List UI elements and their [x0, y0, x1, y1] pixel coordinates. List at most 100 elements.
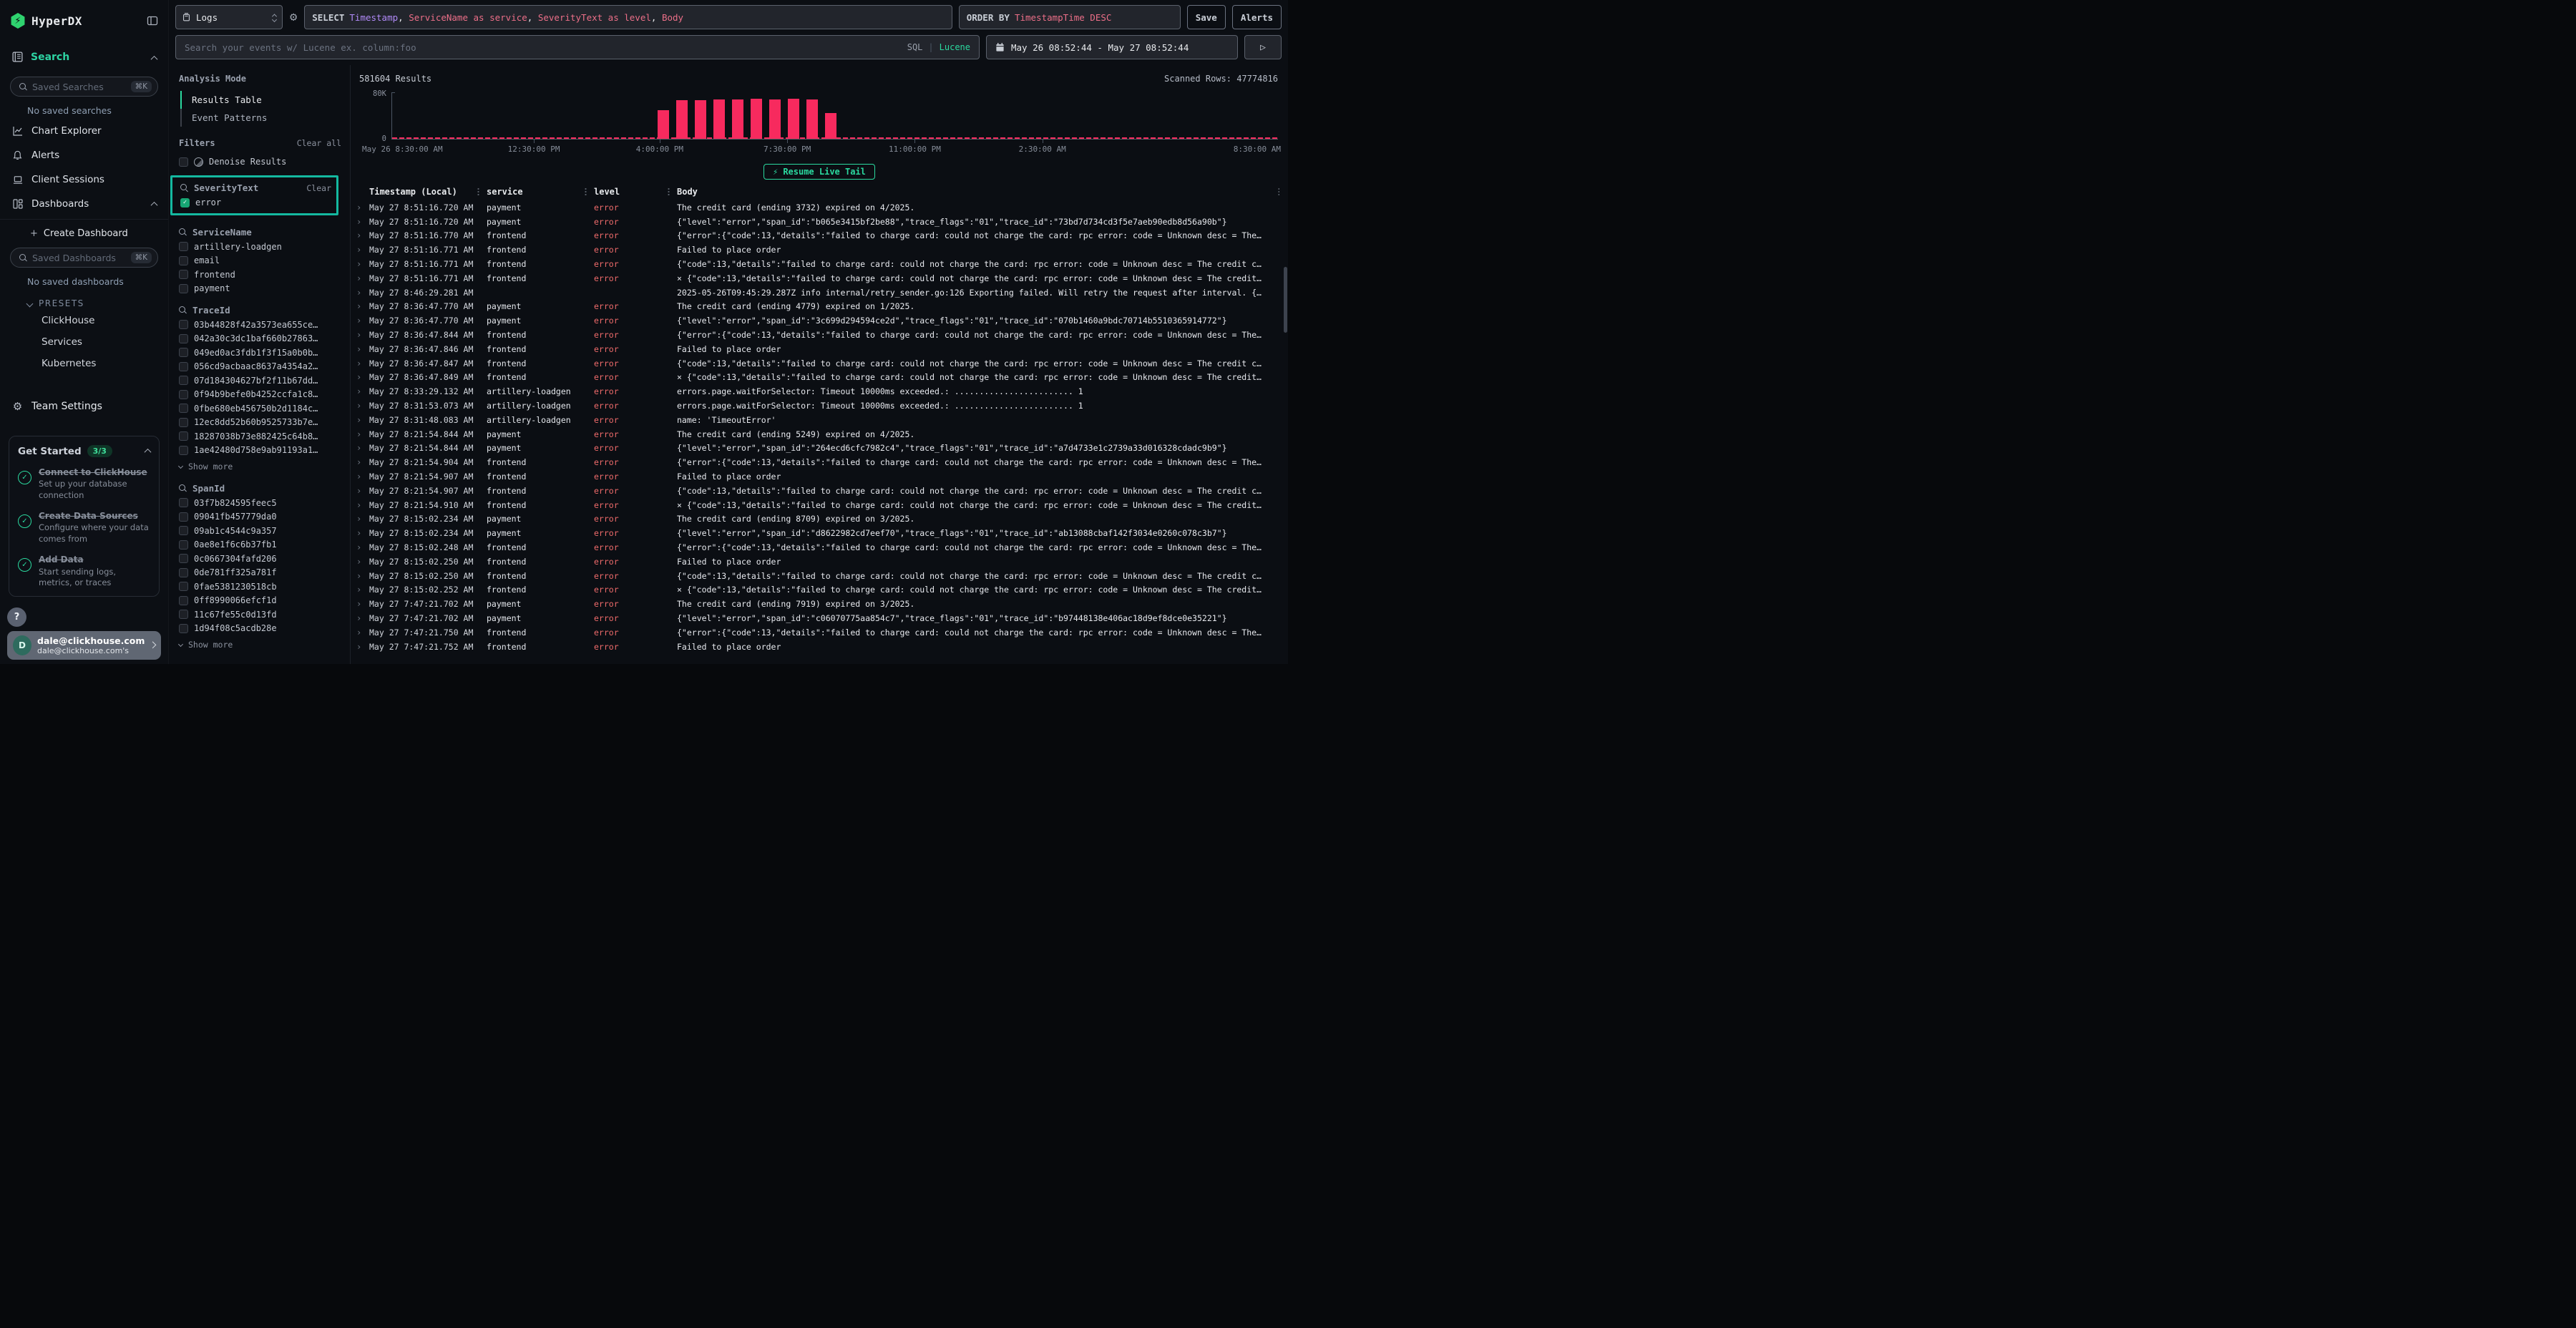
log-row[interactable]: ›May 27 8:31:48.083 AMartillery-loadgene… — [351, 413, 1288, 427]
log-row[interactable]: ›May 27 8:15:02.250 AMfrontenderrorFaile… — [351, 555, 1288, 569]
filter-checkbox[interactable] — [179, 540, 188, 550]
filter-option[interactable]: 12ec8dd52b60b9525733b7e… — [179, 418, 341, 427]
filter-option[interactable]: 0ff8990066efcf1d — [179, 596, 341, 605]
filter-option[interactable]: ✓error — [180, 198, 331, 208]
column-resize-handle[interactable] — [1278, 187, 1279, 196]
filter-checkbox[interactable] — [179, 376, 188, 385]
search-icon[interactable] — [179, 306, 187, 314]
filter-checkbox[interactable] — [179, 582, 188, 591]
row-expander-icon[interactable]: › — [356, 557, 369, 567]
filter-option[interactable]: 1ae42480d758e9ab91193a1… — [179, 446, 341, 455]
filter-option[interactable]: 11c67fe55c0d13fd — [179, 610, 341, 620]
sidebar-item-dashboards[interactable]: Dashboards — [9, 192, 160, 216]
sidebar-collapse-icon[interactable] — [147, 15, 158, 26]
filter-checkbox[interactable] — [179, 334, 188, 343]
filter-option[interactable]: 042a30c3dc1baf660b27863… — [179, 334, 341, 343]
log-row[interactable]: ›May 27 8:33:29.132 AMartillery-loadgene… — [351, 384, 1288, 399]
row-expander-icon[interactable]: › — [356, 344, 369, 354]
histogram-bar[interactable] — [658, 110, 669, 139]
row-expander-icon[interactable]: › — [356, 217, 369, 227]
row-expander-icon[interactable]: › — [356, 613, 369, 623]
filter-checkbox[interactable] — [179, 284, 188, 293]
filter-checkbox[interactable] — [179, 270, 188, 279]
filter-checkbox[interactable] — [179, 431, 188, 441]
filter-checkbox[interactable] — [179, 568, 188, 577]
filter-checkbox[interactable] — [179, 404, 188, 413]
tab-results-table[interactable]: Results Table — [180, 91, 341, 109]
log-row[interactable]: ›May 27 8:51:16.720 AMpaymenterror{"leve… — [351, 215, 1288, 229]
log-row[interactable]: ›May 27 8:36:47.847 AMfrontenderror{"cod… — [351, 356, 1288, 371]
col-timestamp[interactable]: Timestamp (Local) — [369, 187, 457, 197]
row-expander-icon[interactable]: › — [356, 500, 369, 510]
user-menu[interactable]: D dale@clickhouse.com dale@clickhouse.co… — [7, 631, 161, 660]
row-expander-icon[interactable]: › — [356, 599, 369, 609]
log-row[interactable]: ›May 27 8:31:53.073 AMartillery-loadgene… — [351, 399, 1288, 413]
source-select[interactable]: Logs — [175, 5, 283, 29]
histogram-bar[interactable] — [769, 99, 781, 139]
filter-option[interactable]: 0de781ff325a781f — [179, 568, 341, 577]
col-level[interactable]: level — [594, 187, 620, 197]
log-row[interactable]: ›May 27 8:51:16.771 AMfrontenderror{"cod… — [351, 257, 1288, 271]
saved-dashboards-input[interactable]: Saved Dashboards ⌘K — [10, 248, 158, 268]
filter-option[interactable]: 09041fb457779da0 — [179, 512, 341, 522]
filter-checkbox[interactable] — [179, 610, 188, 619]
filter-option[interactable]: 0f94b9befe0b4252ccfa1c8… — [179, 390, 341, 399]
col-service[interactable]: service — [487, 187, 523, 197]
filter-checkbox[interactable] — [179, 526, 188, 535]
row-expander-icon[interactable]: › — [356, 429, 369, 439]
row-expander-icon[interactable]: › — [356, 514, 369, 524]
saved-searches-input[interactable]: Saved Searches ⌘K — [10, 77, 158, 97]
histogram-bar[interactable] — [713, 99, 725, 139]
filter-checkbox[interactable] — [179, 242, 188, 251]
log-row[interactable]: ›May 27 8:21:54.844 AMpaymenterrorThe cr… — [351, 427, 1288, 441]
row-expander-icon[interactable]: › — [356, 472, 369, 482]
preset-clickhouse[interactable]: ClickHouse — [9, 310, 160, 331]
row-expander-icon[interactable]: › — [356, 259, 369, 269]
log-row[interactable]: ›May 27 8:46:29.281 AM2025-05-26T09:45:2… — [351, 285, 1288, 300]
histogram-bar[interactable] — [676, 100, 688, 139]
row-expander-icon[interactable]: › — [356, 372, 369, 382]
alerts-button[interactable]: Alerts — [1232, 5, 1282, 29]
logo[interactable]: ⚡ HyperDX — [9, 10, 160, 31]
log-row[interactable]: ›May 27 8:15:02.234 AMpaymenterror{"leve… — [351, 526, 1288, 540]
column-resize-handle[interactable] — [585, 187, 587, 196]
date-range-picker[interactable]: May 26 08:52:44 - May 27 08:52:44 — [986, 35, 1238, 59]
log-row[interactable]: ›May 27 7:47:21.752 AMfrontenderrorFaile… — [351, 640, 1288, 654]
denoise-results-toggle[interactable]: Denoise Results — [179, 157, 341, 167]
row-expander-icon[interactable]: › — [356, 628, 369, 638]
search-icon[interactable] — [179, 228, 187, 236]
row-expander-icon[interactable]: › — [356, 202, 369, 213]
log-row[interactable]: ›May 27 8:15:02.250 AMfrontenderror{"cod… — [351, 569, 1288, 583]
clear-all-filters-link[interactable]: Clear all — [297, 138, 341, 148]
row-expander-icon[interactable]: › — [356, 457, 369, 467]
lucene-toggle-option[interactable]: Lucene — [940, 42, 970, 52]
chevron-up-icon[interactable] — [145, 449, 152, 456]
column-resize-handle[interactable] — [477, 187, 479, 196]
row-expander-icon[interactable]: › — [356, 273, 369, 283]
filter-option[interactable]: artillery-loadgen — [179, 243, 341, 252]
histogram-bar[interactable] — [732, 99, 743, 139]
create-dashboard-button[interactable]: +Create Dashboard — [9, 220, 160, 242]
row-expander-icon[interactable]: › — [356, 316, 369, 326]
log-row[interactable]: ›May 27 8:21:54.907 AMfrontenderrorFaile… — [351, 469, 1288, 484]
log-row[interactable]: ›May 27 7:47:21.750 AMfrontenderror{"err… — [351, 625, 1288, 640]
filter-option[interactable]: 09ab1c4544c9a357 — [179, 527, 341, 536]
log-row[interactable]: ›May 27 8:51:16.720 AMpaymenterrorThe cr… — [351, 200, 1288, 215]
histogram-bar[interactable] — [788, 99, 799, 139]
histogram-bar[interactable] — [806, 99, 818, 139]
filter-checkbox[interactable] — [179, 446, 188, 455]
filter-option[interactable]: frontend — [179, 270, 341, 280]
histogram-bar[interactable] — [751, 99, 762, 139]
filter-option[interactable]: 0c0667304fafd206 — [179, 555, 341, 564]
denoise-checkbox[interactable] — [179, 157, 188, 167]
chevron-up-icon[interactable] — [152, 50, 157, 64]
log-row[interactable]: ›May 27 8:21:54.910 AMfrontenderror× {"c… — [351, 498, 1288, 512]
log-row[interactable]: ›May 27 7:47:21.702 AMpaymenterror{"leve… — [351, 611, 1288, 625]
col-body[interactable]: Body — [677, 187, 698, 197]
filter-option[interactable]: 049ed0ac3fdb1f3f15a0b0b… — [179, 348, 341, 358]
log-row[interactable]: ›May 27 8:15:02.252 AMfrontenderror× {"c… — [351, 583, 1288, 597]
filter-checkbox[interactable] — [179, 362, 188, 371]
log-row[interactable]: ›May 27 8:36:47.770 AMpaymenterror{"leve… — [351, 313, 1288, 328]
row-expander-icon[interactable]: › — [356, 288, 369, 298]
row-expander-icon[interactable]: › — [356, 585, 369, 595]
